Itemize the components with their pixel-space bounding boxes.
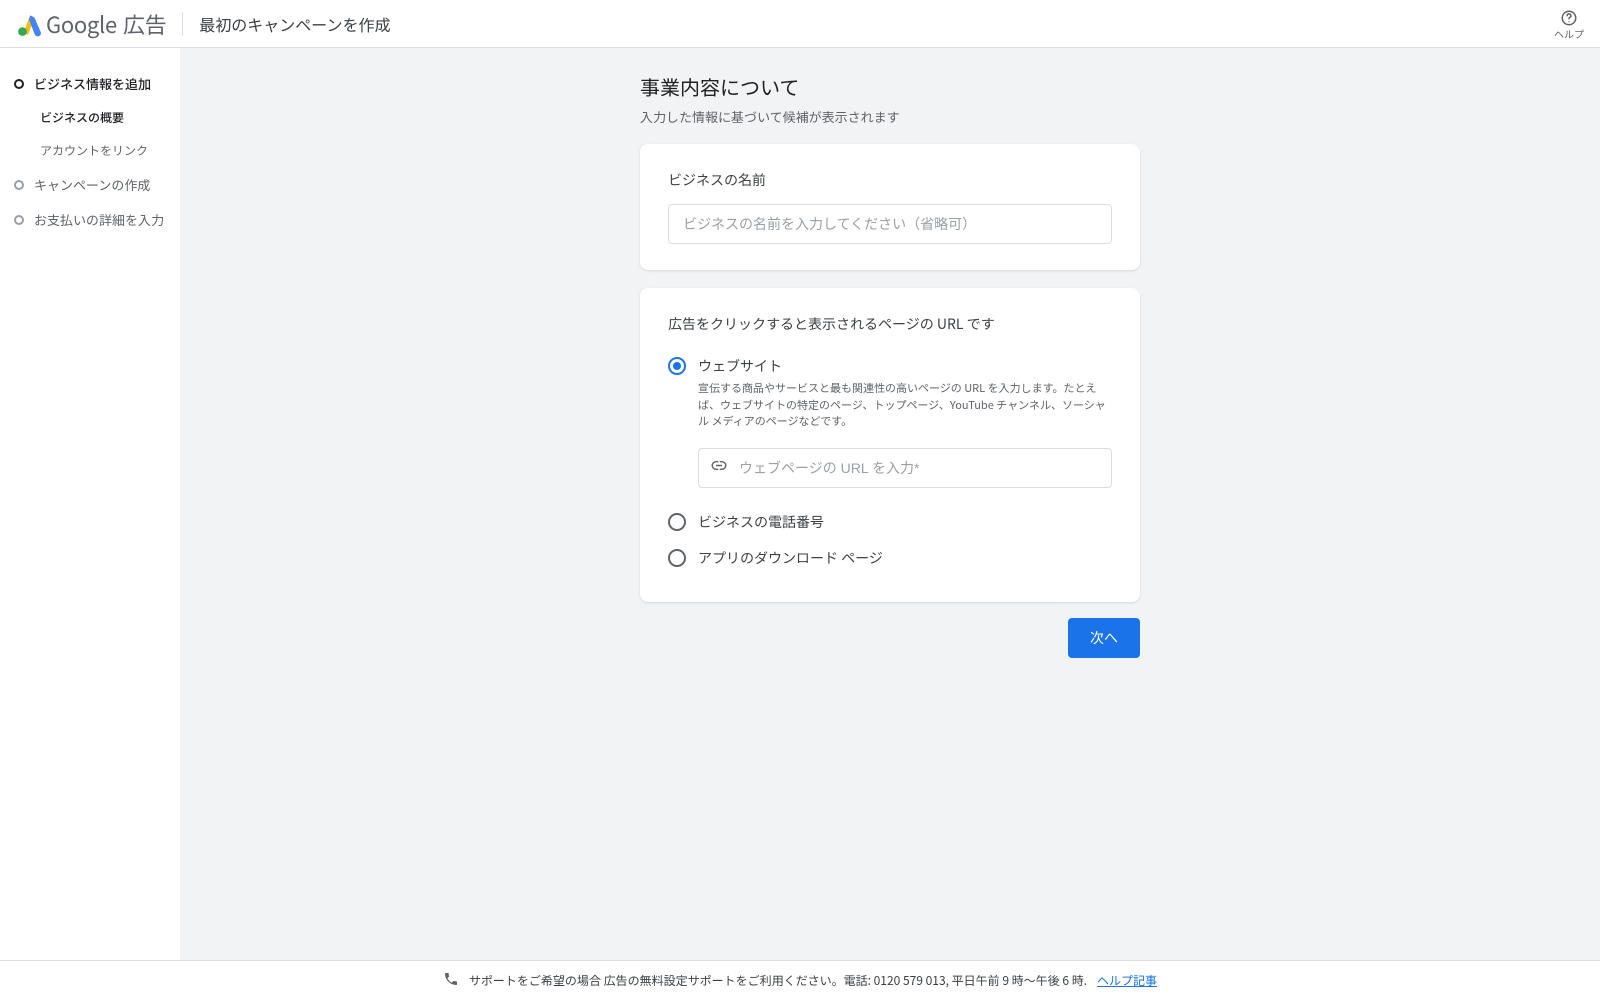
radio-label: ウェブサイト — [698, 356, 1112, 376]
header-divider — [182, 12, 183, 36]
radio-label: ビジネスの電話番号 — [698, 512, 1112, 532]
page-title: 最初のキャンペーンを作成 — [199, 12, 390, 36]
header-left: Google 広告 最初のキャンペーンを作成 — [16, 8, 390, 40]
step-marker-icon — [14, 180, 24, 190]
radio-help-text: 宣伝する商品やサービスと最も関連性の高いページの URL を入力します。たとえば… — [698, 380, 1112, 430]
business-name-label: ビジネスの名前 — [668, 170, 1112, 190]
radio-option-website[interactable]: ウェブサイト 宣伝する商品やサービスと最も関連性の高いページの URL を入力し… — [668, 348, 1112, 438]
radio-label: アプリのダウンロード ページ — [698, 548, 1112, 568]
business-name-card: ビジネスの名前 — [640, 144, 1140, 270]
step-label: キャンペーンの作成 — [34, 175, 150, 194]
step-marker-icon — [14, 215, 24, 225]
step-marker-icon — [14, 79, 24, 89]
footer-help-link[interactable]: ヘルプ記事 — [1097, 972, 1157, 989]
step-label: ビジネス情報を追加 — [34, 74, 151, 93]
landing-url-card: 広告をクリックすると表示されるページの URL です ウェブサイト 宣伝する商品… — [640, 288, 1140, 602]
next-button[interactable]: 次へ — [1068, 618, 1140, 658]
support-footer: サポートをご希望の場合 広告の無料設定サポートをご利用ください。電話: 0120… — [0, 960, 1600, 1000]
substep-business-overview[interactable]: ビジネスの概要 — [40, 101, 168, 134]
step-enter-payment-details[interactable]: お支払いの詳細を入力 — [14, 202, 168, 237]
workspace: 事業内容について 入力した情報に基づいて候補が表示されます ビジネスの名前 広告… — [180, 48, 1600, 960]
setup-stepper-sidebar: ビジネス情報を追加 ビジネスの概要 アカウントをリンク キャンペーンの作成 お支… — [0, 48, 180, 960]
product-name: Google 広告 — [46, 8, 166, 40]
help-label: ヘルプ — [1554, 28, 1584, 39]
google-ads-logo-icon — [16, 11, 42, 37]
radio-icon — [668, 549, 686, 567]
step-create-campaign[interactable]: キャンペーンの作成 — [14, 167, 168, 202]
product-name-google: Google — [46, 8, 117, 40]
footer-text: サポートをご希望の場合 広告の無料設定サポートをご利用ください。電話: 0120… — [469, 972, 1087, 989]
substep-label: ビジネスの概要 — [40, 109, 124, 126]
section-subtitle: 入力した情報に基づいて候補が表示されます — [640, 107, 1140, 126]
app-header: Google 広告 最初のキャンペーンを作成 ヘルプ — [0, 0, 1600, 48]
landing-url-heading: 広告をクリックすると表示されるページの URL です — [668, 314, 1112, 334]
help-button[interactable]: ヘルプ — [1554, 9, 1584, 39]
substeps: ビジネスの概要 アカウントをリンク — [14, 101, 168, 167]
radio-option-phone[interactable]: ビジネスの電話番号 — [668, 504, 1112, 540]
radio-icon — [668, 513, 686, 531]
product-name-ads: 広告 — [123, 8, 166, 40]
step-label: お支払いの詳細を入力 — [34, 210, 164, 229]
website-url-input[interactable] — [698, 448, 1112, 488]
link-icon — [710, 456, 728, 479]
radio-option-app[interactable]: アプリのダウンロード ページ — [668, 540, 1112, 576]
help-icon — [1560, 9, 1578, 28]
substep-label: アカウントをリンク — [40, 142, 148, 159]
radio-icon — [668, 357, 686, 375]
substep-link-accounts[interactable]: アカウントをリンク — [40, 134, 168, 167]
phone-icon — [443, 971, 459, 991]
business-name-input[interactable] — [668, 204, 1112, 244]
step-add-business-info[interactable]: ビジネス情報を追加 — [14, 66, 168, 101]
section-title: 事業内容について — [640, 72, 1140, 101]
